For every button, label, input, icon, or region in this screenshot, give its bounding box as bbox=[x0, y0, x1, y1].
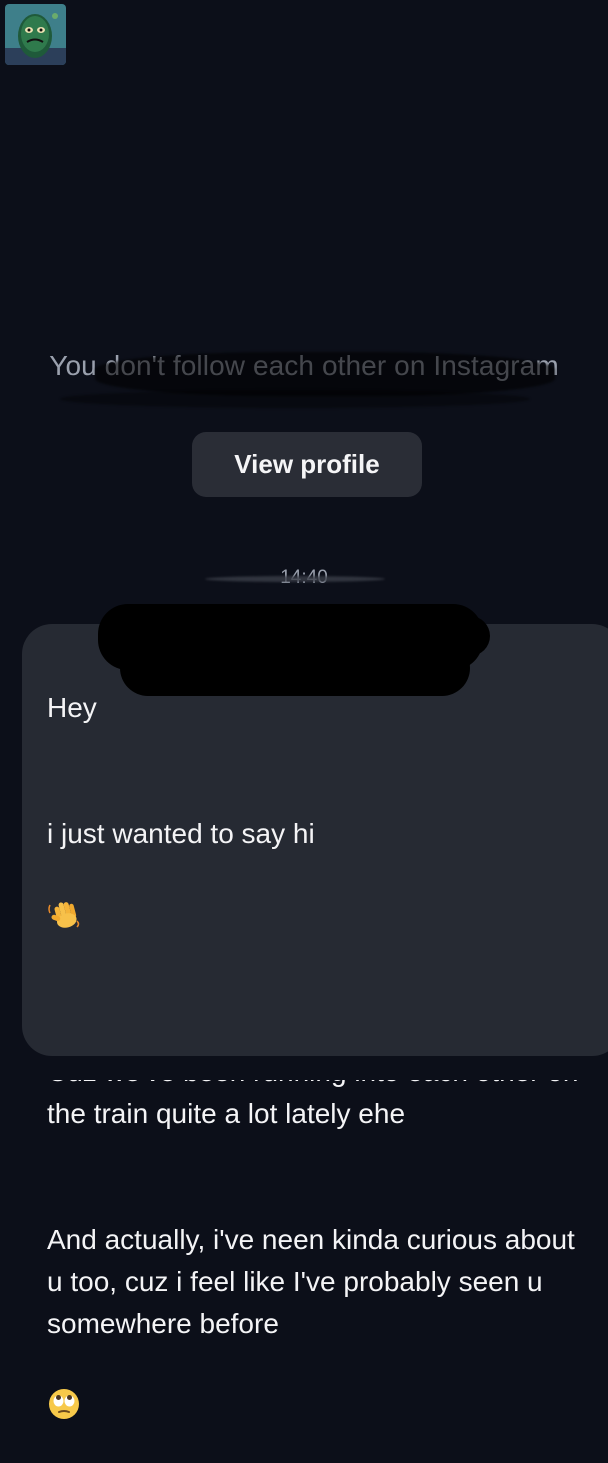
message-text[interactable]: Hey i just wanted to say hi Cuz we've be… bbox=[47, 645, 587, 1457]
avatar[interactable] bbox=[5, 4, 66, 65]
message-line: And actually, i've neen kinda curious ab… bbox=[47, 1224, 575, 1339]
redaction-scribble bbox=[60, 390, 530, 408]
eye-roll-emoji-icon bbox=[47, 1345, 81, 1419]
redaction-scribble bbox=[400, 616, 490, 656]
bottom-spacer bbox=[0, 1056, 608, 1080]
message-line: i just wanted to say hi bbox=[47, 818, 315, 849]
message-line: Hey bbox=[47, 692, 97, 723]
view-profile-button[interactable]: View profile bbox=[192, 432, 422, 497]
pickle-cartoon-avatar-icon bbox=[5, 4, 66, 65]
waving-hand-emoji-icon bbox=[47, 855, 81, 928]
redaction-scribble bbox=[205, 576, 385, 582]
